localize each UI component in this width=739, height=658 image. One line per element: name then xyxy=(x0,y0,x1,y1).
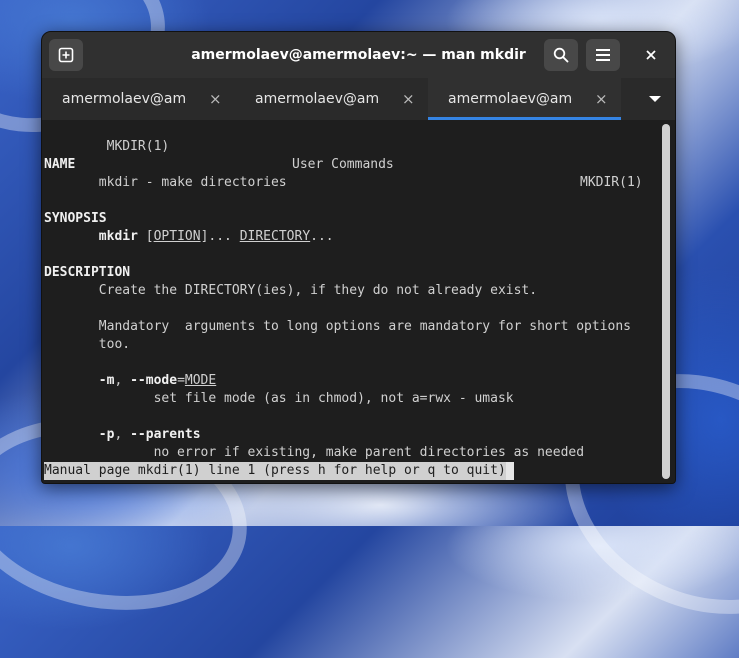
man-page-content: MKDIR(1) User Commands MKDIR(1) NAME mkd… xyxy=(44,120,654,462)
option-mode: -m, --mode=MODE xyxy=(98,373,217,388)
option-parents: -p, --parents xyxy=(98,427,201,442)
header-left: MKDIR(1) xyxy=(106,139,170,154)
close-icon xyxy=(646,50,656,60)
description-line: Mandatory arguments to long options are … xyxy=(98,319,632,334)
description-line: Create the DIRECTORY(ies), if they do no… xyxy=(98,283,538,298)
section-heading: DESCRIPTION xyxy=(44,265,131,280)
chevron-down-icon xyxy=(649,96,661,102)
tab-close-icon[interactable]: × xyxy=(595,92,608,107)
tab-label: amermolaev@amermolaev:~ xyxy=(255,91,380,107)
option-mode-desc: set file mode (as in chmod), not a=rwx -… xyxy=(153,391,514,406)
scrollbar-thumb[interactable] xyxy=(662,124,670,479)
pager-status-line: Manual page mkdir(1) line 1 (press h for… xyxy=(44,462,506,480)
terminal-window[interactable]: amermolaev@amermolaev:~ — man mkdir amer… xyxy=(41,31,676,484)
name-description: mkdir - make directories xyxy=(98,175,287,190)
tab-1[interactable]: amermolaev@amermolaev:~ × xyxy=(42,78,235,120)
tab-close-icon[interactable]: × xyxy=(209,92,222,107)
synopsis-line: mkdir [OPTION]... DIRECTORY... xyxy=(98,229,334,244)
tab-2[interactable]: amermolaev@amermolaev:~ × xyxy=(235,78,428,120)
search-icon xyxy=(553,47,569,63)
window-title: amermolaev@amermolaev:~ — man mkdir xyxy=(191,47,526,63)
man-header: MKDIR(1) User Commands MKDIR(1) xyxy=(44,120,654,190)
tab-bar: amermolaev@amermolaev:~ × amermolaev@ame… xyxy=(42,78,675,121)
search-button[interactable] xyxy=(544,39,578,71)
option-parents-desc: no error if existing, make parent direct… xyxy=(153,445,585,460)
tab-close-icon[interactable]: × xyxy=(402,92,415,107)
scrollbar[interactable] xyxy=(662,124,670,479)
main-menu-button[interactable] xyxy=(586,39,620,71)
window-close-button[interactable] xyxy=(634,39,668,71)
description-line: too. xyxy=(98,337,131,352)
tab-label: amermolaev@amermolaev:~ xyxy=(62,91,187,107)
tab-3-active[interactable]: amermolaev@amermolaev:~ × xyxy=(428,78,621,120)
header-right: MKDIR(1) xyxy=(580,175,643,190)
section-heading: SYNOPSIS xyxy=(44,211,107,226)
text-cursor xyxy=(506,462,514,480)
new-tab-icon xyxy=(58,47,74,63)
tab-label: amermolaev@amermolaev:~ xyxy=(448,91,573,107)
terminal-view[interactable]: MKDIR(1) User Commands MKDIR(1) NAME mkd… xyxy=(42,120,675,483)
tab-overflow-button[interactable] xyxy=(635,78,675,120)
new-tab-button[interactable] xyxy=(49,39,83,71)
hamburger-menu-icon xyxy=(596,49,610,61)
header-center: User Commands xyxy=(292,157,394,172)
title-bar[interactable]: amermolaev@amermolaev:~ — man mkdir xyxy=(42,32,675,78)
